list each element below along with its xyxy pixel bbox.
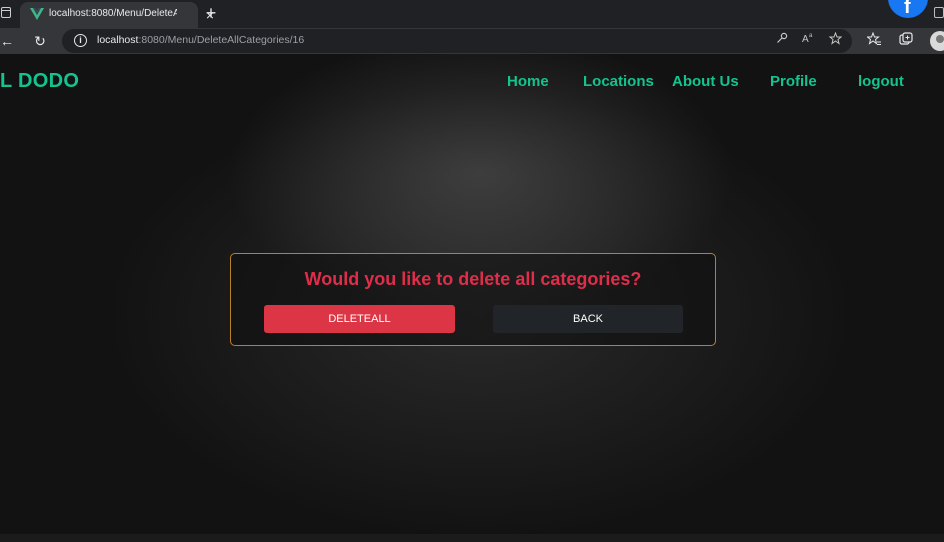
- new-tab-button[interactable]: +: [202, 3, 220, 23]
- nav-home[interactable]: Home: [507, 73, 549, 90]
- key-icon[interactable]: [773, 32, 791, 50]
- page-body: L DODO Home Locations About Us Profile l…: [0, 54, 944, 542]
- vue-favicon-icon: [30, 8, 44, 20]
- brand-logo[interactable]: L DODO: [0, 70, 79, 93]
- svg-text:a: a: [809, 33, 813, 39]
- url-path: :8080/Menu/DeleteAllCategories/16: [138, 34, 305, 46]
- confirm-question: Would you like to delete all categories?: [304, 269, 642, 289]
- svg-text:A: A: [802, 34, 809, 44]
- back-arrow-icon[interactable]: ←: [0, 30, 17, 52]
- collections-icon[interactable]: [896, 30, 916, 52]
- profile-avatar[interactable]: [930, 31, 944, 51]
- nav-locations[interactable]: Locations: [583, 73, 654, 90]
- favorites-icon[interactable]: [864, 30, 884, 52]
- nav-about-us[interactable]: About Us: [672, 73, 739, 90]
- read-aloud-icon[interactable]: Aa: [799, 32, 817, 50]
- nav-profile[interactable]: Profile: [770, 73, 817, 90]
- url-text[interactable]: localhost:8080/Menu/DeleteAllCategories/…: [97, 34, 304, 46]
- browser-toolbar: ← ↻ i localhost:8080/Menu/DeleteAllCateg…: [0, 28, 944, 54]
- facebook-letter: f: [904, 0, 911, 18]
- tab-title: localhost:8080/Menu/DeleteAllC: [49, 8, 177, 19]
- reload-icon[interactable]: ↻: [30, 30, 50, 52]
- back-button[interactable]: BACK: [493, 305, 683, 333]
- facebook-icon[interactable]: f: [888, 0, 928, 18]
- taskbar-edge: [0, 534, 944, 542]
- site-info-icon[interactable]: i: [74, 34, 87, 47]
- delete-all-button[interactable]: DELETEALL: [264, 305, 455, 333]
- browser-tab-bar: localhost:8080/Menu/DeleteAllC × + f: [0, 0, 944, 28]
- url-host: localhost: [97, 34, 139, 46]
- address-bar[interactable]: i localhost:8080/Menu/DeleteAllCategorie…: [62, 29, 852, 53]
- delete-confirm-dialog: Would you like to delete all categories?…: [230, 253, 716, 346]
- tab-actions-icon[interactable]: [934, 7, 944, 18]
- browser-tab[interactable]: localhost:8080/Menu/DeleteAllC ×: [20, 2, 214, 28]
- nav-logout[interactable]: logout: [858, 73, 904, 90]
- window-menu-icon[interactable]: [1, 7, 11, 18]
- add-favorite-icon[interactable]: [826, 31, 844, 50]
